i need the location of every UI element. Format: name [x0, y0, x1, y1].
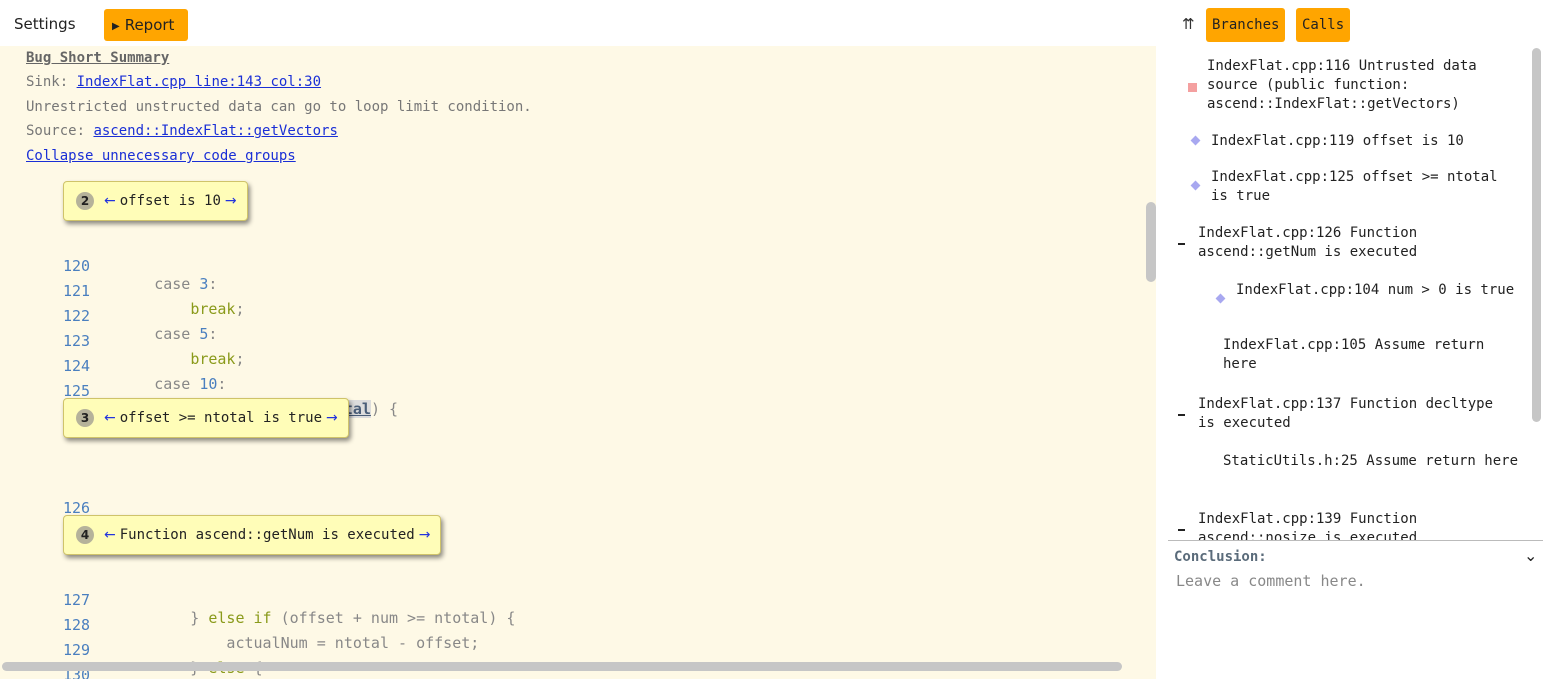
next-step-arrow-icon[interactable]: → [225, 193, 237, 209]
trace-scrollbar[interactable] [1532, 48, 1541, 422]
line-number: 128 [63, 616, 91, 634]
note-number-badge: 4 [76, 526, 94, 544]
prev-step-arrow-icon[interactable]: ← [104, 410, 116, 426]
line-number: 122 [63, 307, 91, 325]
trace-event[interactable]: IndexFlat.cpp:119 offset is 10 [1211, 132, 1521, 151]
code-line: 125 if (offset >= ntotal) { [0, 364, 398, 418]
function-group-toggle-icon[interactable] [1178, 529, 1185, 531]
next-step-arrow-icon[interactable]: → [326, 410, 338, 426]
code-viewer[interactable]: Bug Short Summary Sink: IndexFlat.cpp li… [0, 46, 1156, 679]
trace-event[interactable]: StaticUtils.h:25 Assume return here [1223, 452, 1518, 471]
condition-marker-icon [1190, 180, 1201, 191]
line-number: 121 [63, 282, 91, 300]
divider [1168, 540, 1543, 541]
branches-button[interactable]: Branches [1206, 8, 1286, 42]
trace-event[interactable]: IndexFlat.cpp:139 Function ascend::nosiz… [1198, 510, 1508, 540]
bug-description: Unrestricted unstructed data can go to l… [26, 99, 532, 115]
source-prefix: Source: [26, 123, 86, 139]
code-text: case 5: [154, 325, 218, 343]
code-horizontal-scrollbar[interactable] [2, 662, 1122, 671]
sink-link[interactable]: IndexFlat.cpp line:143 col:30 [77, 74, 321, 90]
code-text: break; [190, 350, 245, 368]
condition-marker-icon [1215, 293, 1226, 304]
code-vertical-scrollbar[interactable] [1146, 202, 1156, 282]
note-number-badge: 2 [76, 192, 94, 210]
trace-event[interactable]: IndexFlat.cpp:116 Untrusted data source … [1207, 57, 1517, 114]
top-toolbar: Settings ▶ Report [0, 0, 1160, 46]
note-text: offset >= ntotal is true [119, 410, 323, 426]
line-number: 127 [63, 591, 91, 609]
trace-event[interactable]: IndexFlat.cpp:105 Assume return here [1223, 336, 1518, 374]
trace-event[interactable]: IndexFlat.cpp:104 num > 0 is true [1236, 281, 1516, 300]
note-text: offset is 10 [119, 193, 221, 209]
trace-event[interactable]: IndexFlat.cpp:125 offset >= ntotal is tr… [1211, 168, 1521, 206]
collapse-groups-link[interactable]: Collapse unnecessary code groups [26, 148, 296, 164]
sink-prefix: Sink: [26, 74, 69, 90]
line-number: 129 [63, 641, 91, 659]
trace-panel: ⇈ Branches Calls IndexFlat.cpp:116 Untru… [1160, 0, 1547, 679]
line-number: 123 [63, 332, 91, 350]
untrusted-source-marker-icon [1188, 83, 1197, 92]
code-line: 127 } else if (offset + num >= ntotal) { [0, 573, 515, 627]
code-line: 128 actualNum = ntotal - offset; [0, 598, 479, 652]
code-line: 123 break; [0, 314, 245, 368]
bug-summary-title: Bug Short Summary [26, 50, 170, 66]
trace-event[interactable]: IndexFlat.cpp:137 Function decltype is e… [1198, 395, 1518, 433]
code-text: case 3: [154, 275, 218, 293]
play-triangle-icon: ▶ [112, 21, 120, 32]
code-text: break; [190, 300, 245, 318]
code-line: 126 actualNum = getNum(num); [0, 481, 443, 535]
report-button[interactable]: ▶ Report [104, 9, 188, 41]
chevron-down-icon[interactable]: ⌄ [1524, 546, 1537, 565]
function-group-toggle-icon[interactable] [1178, 414, 1185, 416]
comment-input[interactable]: Leave a comment here. [1176, 572, 1536, 590]
collapse-all-icon[interactable]: ⇈ [1182, 15, 1195, 33]
code-line: 122 case 5: [0, 289, 217, 343]
code-text: } else if (offset + num >= ntotal) { [100, 609, 516, 627]
line-number: 124 [63, 357, 91, 375]
note-number-badge: 3 [76, 409, 94, 427]
code-line: 129 } else { [0, 623, 263, 677]
prev-step-arrow-icon[interactable]: ← [104, 193, 116, 209]
trace-event[interactable]: IndexFlat.cpp:126 Function ascend::getNu… [1198, 224, 1508, 262]
trace-note: 4 ← Function ascend::getNum is executed … [63, 515, 442, 555]
line-number: 120 [63, 257, 91, 275]
code-line: 120 case 3: [0, 239, 217, 293]
function-group-toggle-icon[interactable] [1178, 243, 1185, 245]
code-text: case 10: [154, 375, 227, 393]
trace-note: 2 ← offset is 10 → [63, 181, 248, 221]
report-button-label: Report [124, 16, 175, 34]
note-text: Function ascend::getNum is executed [119, 527, 415, 543]
prev-step-arrow-icon[interactable]: ← [104, 527, 116, 543]
calls-button[interactable]: Calls [1296, 8, 1351, 42]
trace-note: 3 ← offset >= ntotal is true → [63, 398, 349, 438]
conclusion-label: Conclusion: [1174, 549, 1267, 565]
source-link[interactable]: ascend::IndexFlat::getVectors [93, 123, 337, 139]
code-text: actualNum = ntotal - offset; [100, 634, 480, 652]
trace-event-list[interactable]: IndexFlat.cpp:116 Untrusted data source … [1168, 50, 1528, 540]
settings-menu[interactable]: Settings [14, 15, 76, 33]
next-step-arrow-icon[interactable]: → [419, 527, 431, 543]
code-line: 124 case 10: [0, 339, 226, 393]
condition-marker-icon [1190, 135, 1201, 146]
code-line: 121 break; [0, 264, 245, 318]
